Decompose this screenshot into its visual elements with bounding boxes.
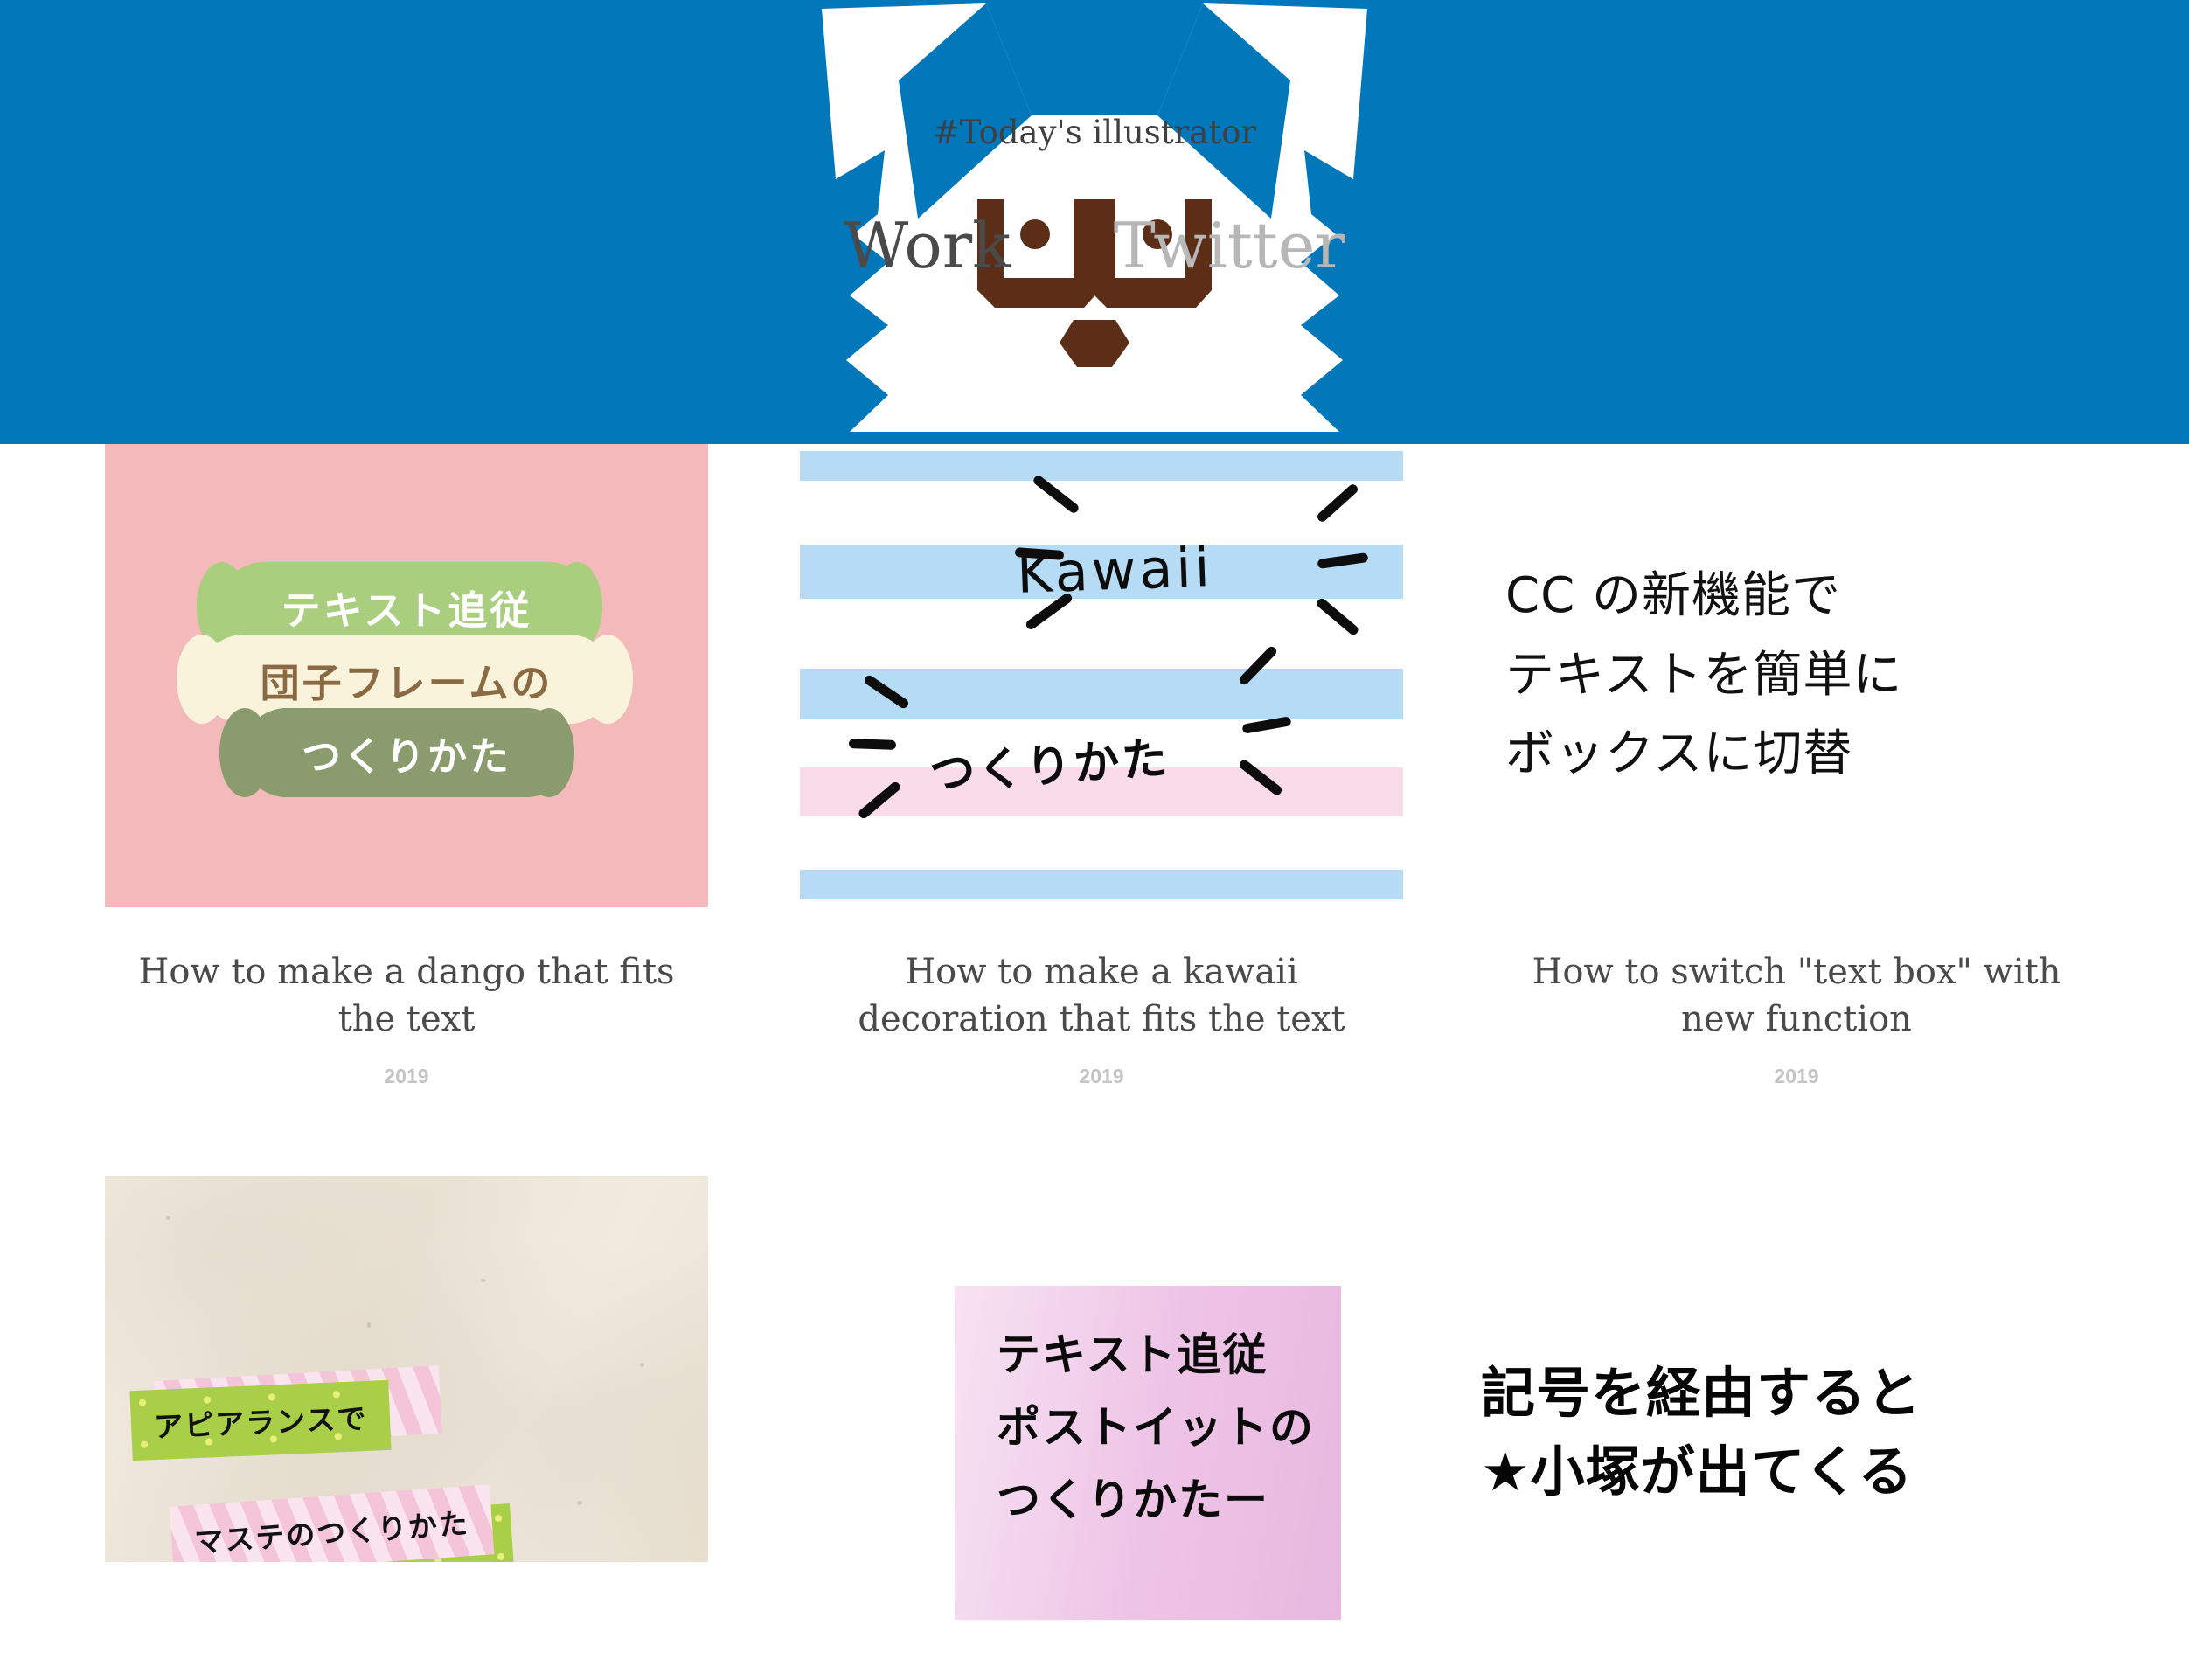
gallery-row: アピアランスで マステのつくりかた テキスト追従 ポストイットの つくりかたー …: [105, 1175, 2084, 1620]
masking-tape-thumbnail[interactable]: アピアランスで マステのつくりかた: [105, 1175, 708, 1562]
kawaii-handwritten-text: Kawaii: [1015, 535, 1214, 606]
gallery-item-kawaii[interactable]: Kawaii つくりかた How to make a kawaii decora…: [800, 444, 1403, 1088]
site-header: #Today's illustrator Work Twitter: [0, 0, 2189, 444]
kigou-kozuka-thumbnail[interactable]: 記号を経由すると ★小塚が出てくる: [1481, 1176, 2084, 1562]
kigou-thumbnail-text: 記号を経由すると ★小塚が出てくる: [1481, 1354, 1921, 1511]
dango-frame-thumbnail[interactable]: テキスト追従 団子フレームの つくりかた: [105, 444, 708, 907]
thumbnail-line: ポストイットの: [997, 1401, 1315, 1453]
brush-stripe: [800, 870, 1403, 899]
brush-stripe: [800, 451, 1403, 481]
main-nav: Work Twitter: [844, 214, 1345, 277]
paper-speck: [640, 1362, 644, 1367]
thumbnail-line: CC の新機能で: [1505, 566, 1842, 624]
kawaii-decoration-thumbnail[interactable]: Kawaii つくりかた: [800, 444, 1403, 907]
thumbnail-line: ボックスに切替: [1505, 725, 1853, 783]
textbox-thumbnail-text: CC の新機能で テキストを簡単に ボックスに切替: [1495, 557, 1902, 795]
paper-speck: [577, 1500, 582, 1505]
postit-thumbnail-text: テキスト追従 ポストイットの つくりかたー: [997, 1319, 1315, 1537]
washi-tape-green: アピアランスで: [129, 1379, 392, 1461]
dango-bubble-3: つくりかた: [242, 708, 571, 797]
thumbnail-line: テキストを簡単に: [1505, 646, 1903, 704]
nav-link-work[interactable]: Work: [844, 214, 1011, 277]
paper-speck: [367, 1322, 371, 1328]
gallery-item-dango[interactable]: テキスト追従 団子フレームの つくりかた How to make a dango…: [105, 444, 708, 1088]
gallery-item-masking-tape[interactable]: アピアランスで マステのつくりかた: [105, 1175, 708, 1562]
thumbnail-line: テキスト追従: [997, 1329, 1268, 1380]
text-box-switch-thumbnail[interactable]: CC の新機能で テキストを簡単に ボックスに切替: [1495, 444, 2098, 907]
gallery-item-caption: How to make a kawaii decoration that fit…: [858, 952, 1345, 1040]
emphasis-dash: [1315, 596, 1360, 637]
nav-link-twitter[interactable]: Twitter: [1114, 214, 1345, 277]
work-gallery: テキスト追従 団子フレームの つくりかた How to make a dango…: [0, 444, 2189, 1620]
gallery-item-year: 2019: [1079, 1064, 1124, 1087]
hash-title: #Today's illustrator: [932, 114, 1257, 151]
postit-thumbnail[interactable]: テキスト追従 ポストイットの つくりかたー: [955, 1285, 1341, 1620]
emphasis-dash: [1315, 482, 1360, 524]
paper-speck: [481, 1278, 486, 1282]
gallery-item-caption: How to switch "text box" with new functi…: [1532, 952, 2061, 1040]
washi-tape-pink: マステのつくりかた: [169, 1484, 495, 1562]
thumbnail-line: つくりかたー: [997, 1474, 1269, 1525]
emphasis-dash: [848, 739, 897, 750]
paper-speck: [166, 1215, 170, 1220]
gallery-item-caption: How to make a dango that fits the text: [138, 952, 675, 1040]
gallery-item-kigou[interactable]: 記号を経由すると ★小塚が出てくる: [1481, 1176, 2084, 1562]
gallery-item-year: 2019: [1774, 1064, 1819, 1087]
thumbnail-line: 記号を経由すると: [1481, 1360, 1922, 1425]
thumbnail-line: ★小塚が出てくる: [1481, 1439, 1914, 1503]
gallery-item-postit[interactable]: テキスト追従 ポストイットの つくりかたー: [800, 1176, 1389, 1620]
gallery-item-textbox[interactable]: CC の新機能で テキストを簡単に ボックスに切替 How to switch …: [1495, 444, 2098, 1088]
gallery-item-year: 2019: [384, 1064, 429, 1087]
gallery-row: テキスト追従 団子フレームの つくりかた How to make a dango…: [105, 444, 2098, 1088]
